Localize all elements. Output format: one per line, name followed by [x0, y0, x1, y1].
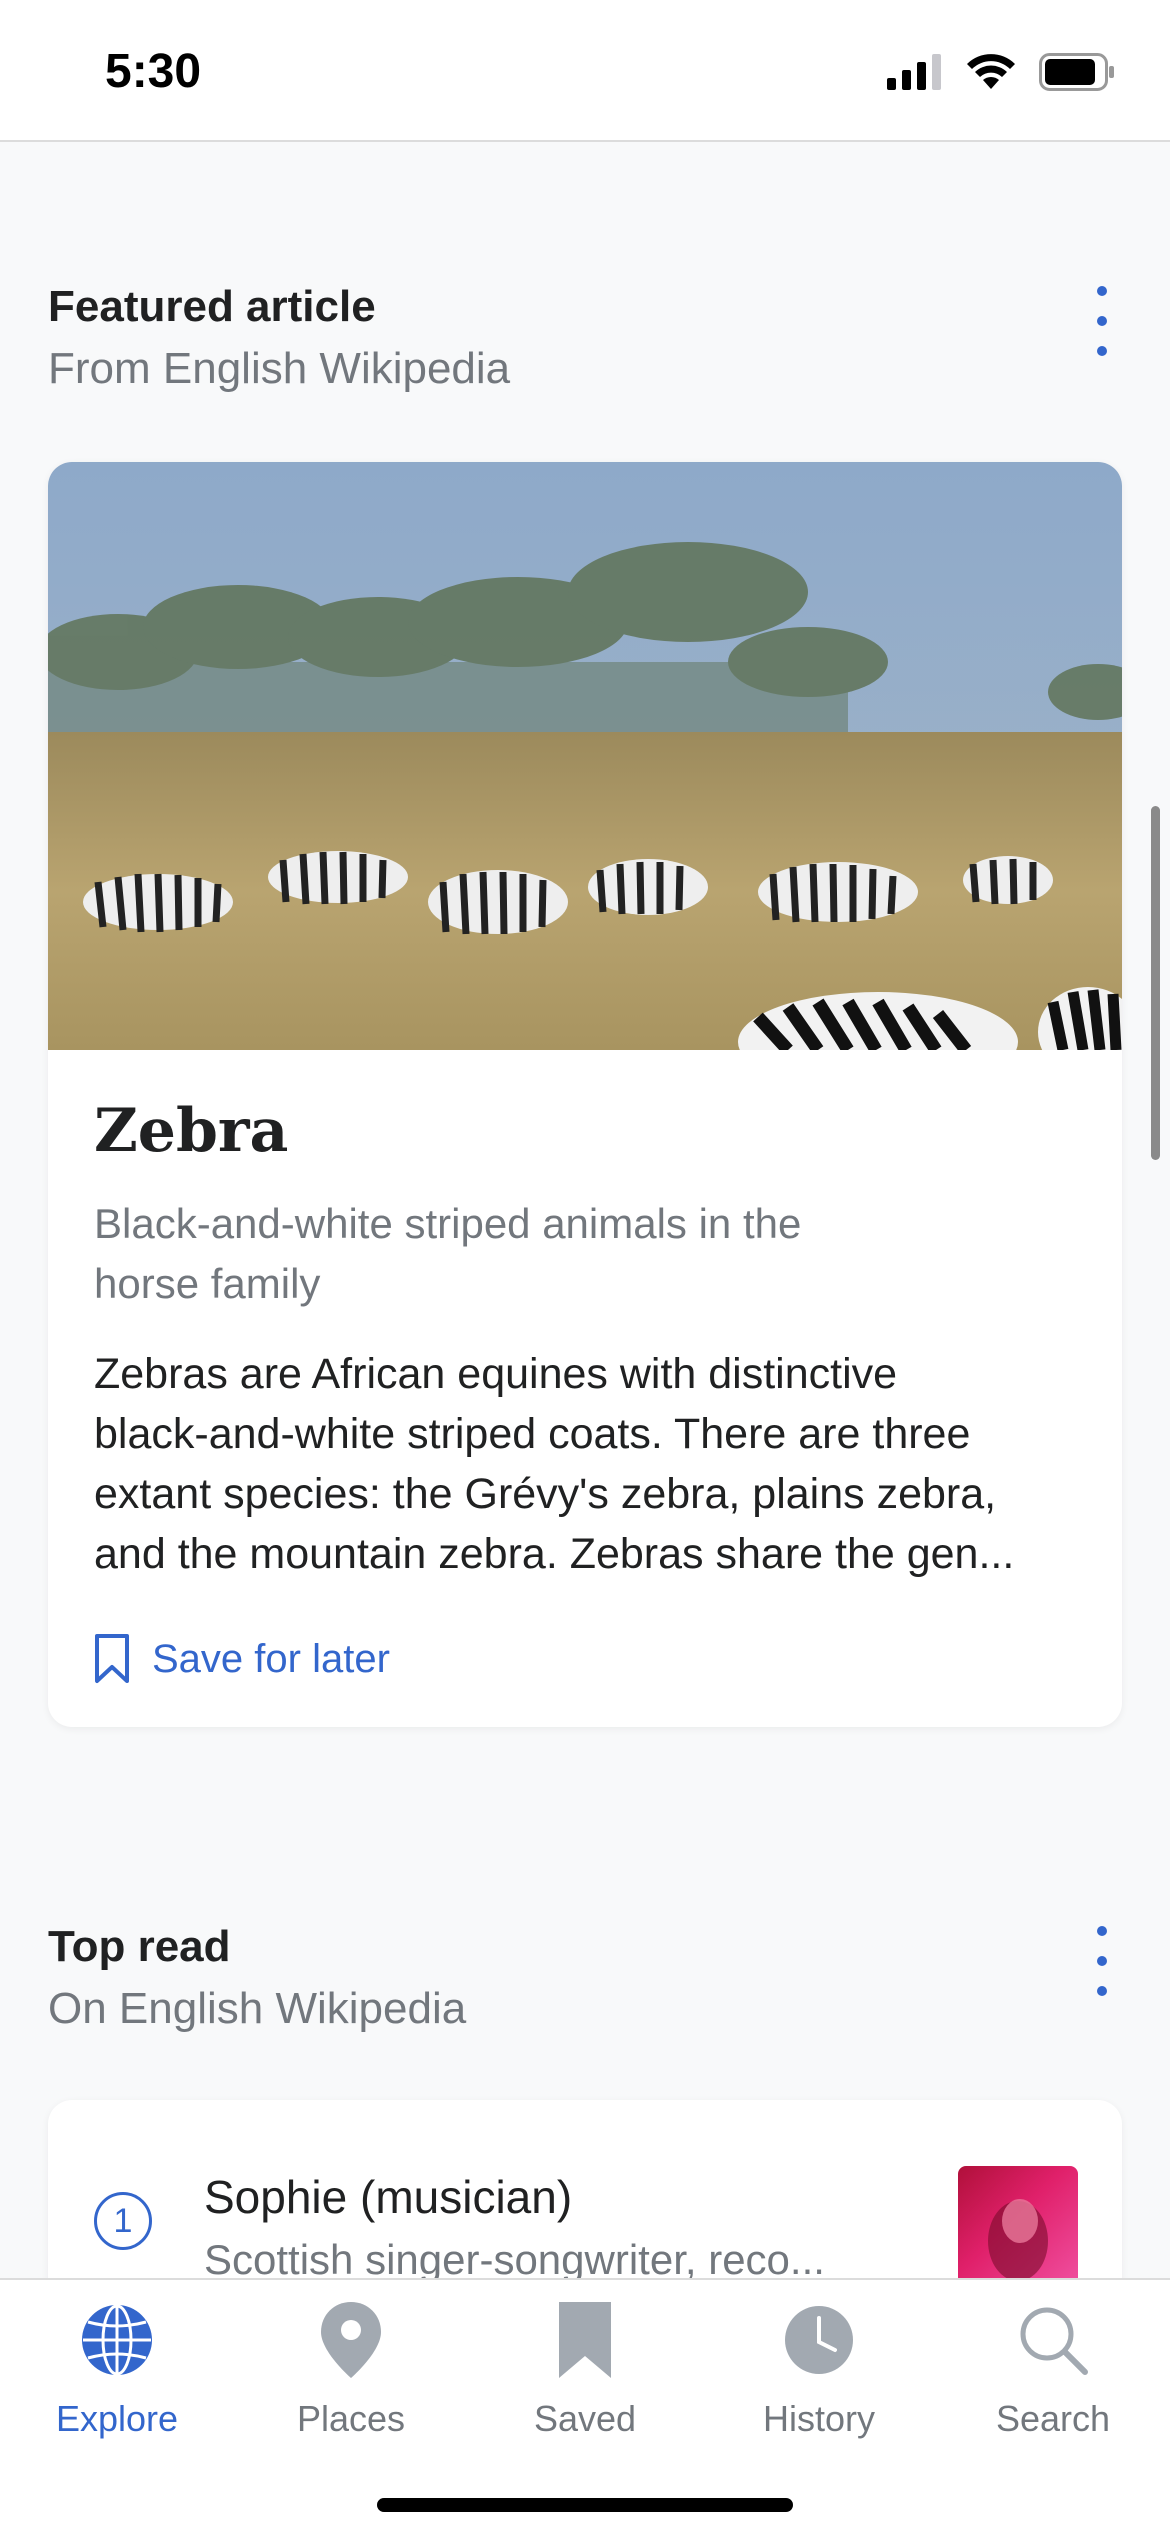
wifi-icon [967, 54, 1015, 89]
more-dot [1097, 1956, 1107, 1966]
tab-explore[interactable]: Explore [0, 2292, 234, 2440]
extract-line: Zebras are African equines with distinct… [94, 1350, 898, 1398]
screen: 5:30 Featured article From English Wikip [0, 0, 1170, 2532]
article-extract: Zebras are African equines with distinct… [94, 1344, 1076, 1584]
tab-label: Explore [55, 2398, 179, 2439]
top-read-title: Top read [48, 1922, 231, 1971]
rank-badge: 1 [94, 2192, 152, 2250]
tab-label: Search [995, 2398, 1111, 2439]
status-icons [887, 52, 1115, 92]
description-line: Black-and-white striped animals in the [94, 1200, 802, 1247]
tab-saved[interactable]: Saved [468, 2292, 702, 2440]
tab-search[interactable]: Search [936, 2292, 1170, 2440]
top-read-subtitle: On English Wikipedia [48, 1984, 467, 2033]
save-for-later-label: Save for later [152, 1636, 390, 1681]
tab-label: History [762, 2398, 875, 2439]
top-read-more-button[interactable] [1082, 1926, 1122, 1996]
thumbnail-image [988, 2199, 1048, 2281]
more-dot [1097, 1986, 1107, 1996]
item-description: Scottish singer-songwriter, reco... [204, 2236, 825, 2283]
battery-icon [1039, 53, 1114, 91]
map-pin-icon [234, 2292, 468, 2388]
bookmark-icon [468, 2292, 702, 2388]
tab-bar: Explore Places Saved History Search [0, 2278, 1170, 2532]
more-dot [1097, 286, 1107, 296]
featured-header: Featured article From English Wikipedia [48, 282, 1122, 394]
more-dot [1097, 346, 1107, 356]
more-dot [1097, 1926, 1107, 1936]
article-body: Zebra Black-and-white striped animals in… [48, 1050, 1122, 1694]
item-thumbnail [958, 2166, 1078, 2286]
article-description: Black-and-white striped animals in the h… [94, 1194, 1076, 1314]
tab-label: Places [296, 2398, 406, 2439]
description-line: horse family [94, 1260, 321, 1307]
extract-line: and the mountain zebra. Zebras share the… [94, 1530, 1015, 1578]
status-time: 5:30 [105, 45, 202, 98]
cellular-signal-icon [887, 54, 941, 90]
top-read-header: Top read On English Wikipedia [48, 1922, 1122, 2034]
scrollbar[interactable] [1151, 806, 1160, 1160]
zebra-photo [48, 462, 1122, 1050]
home-indicator[interactable] [377, 2498, 793, 2512]
clock-icon [702, 2292, 936, 2388]
more-dot [1097, 316, 1107, 326]
tab-history[interactable]: History [702, 2292, 936, 2440]
article-title[interactable]: Zebra [94, 1096, 1076, 1166]
search-icon [936, 2292, 1170, 2388]
article-image [48, 462, 1122, 1050]
tab-label: Saved [533, 2398, 637, 2439]
save-for-later-button[interactable]: Save for later [94, 1624, 1076, 1694]
item-title: Sophie (musician) [204, 2171, 573, 2223]
featured-subtitle: From English Wikipedia [48, 344, 511, 393]
extract-line: black-and-white striped coats. There are… [94, 1410, 971, 1458]
extract-line: extant species: the Grévy's zebra, plain… [94, 1470, 997, 1518]
tab-places[interactable]: Places [234, 2292, 468, 2440]
bookmark-outline-icon [95, 1634, 129, 1683]
status-bar: 5:30 [0, 0, 1170, 142]
globe-icon [0, 2292, 234, 2388]
featured-title: Featured article [48, 282, 376, 331]
featured-article-card[interactable]: Zebra Black-and-white striped animals in… [48, 462, 1122, 1727]
featured-more-button[interactable] [1082, 286, 1122, 356]
